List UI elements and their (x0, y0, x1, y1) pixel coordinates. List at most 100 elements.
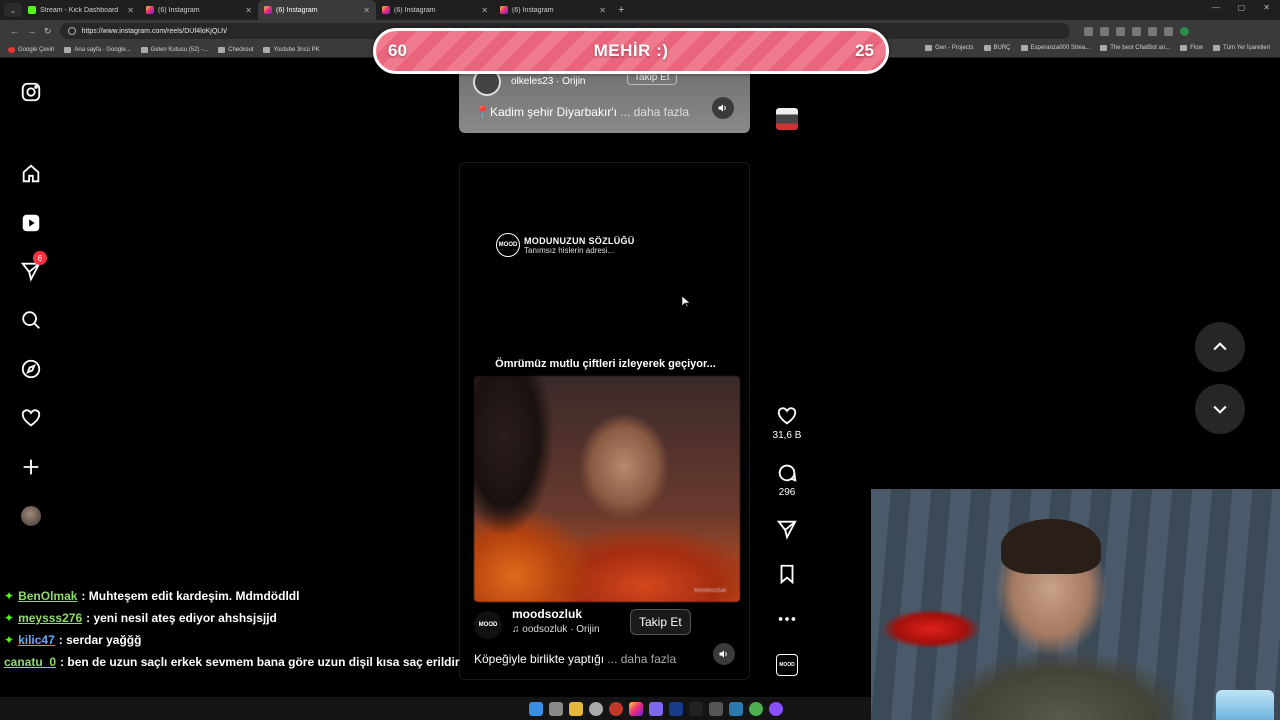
browser-tab[interactable]: (6) Instagram ✕ (258, 0, 376, 20)
notification-badge: 6 (33, 251, 47, 265)
task-view-icon[interactable] (549, 701, 563, 716)
bookmark-icon (1020, 45, 1028, 51)
bookmark-label: Gen - Projects (935, 45, 974, 51)
caption-text: Köpeğiyle birlikte yaptığı (474, 652, 605, 666)
bookmark-icon (1180, 45, 1188, 51)
bookmark-item[interactable]: Gen - Projects (925, 45, 974, 51)
bookmark-icon[interactable] (776, 563, 798, 585)
instagram-app-icon[interactable] (629, 701, 643, 716)
obs-icon[interactable] (769, 701, 783, 716)
tab-close-icon[interactable]: ✕ (127, 6, 134, 15)
tab-close-icon[interactable]: ✕ (599, 6, 606, 15)
bookmark-item[interactable]: Ana sayfa - Google... (64, 46, 131, 53)
profile-avatar[interactable] (1179, 26, 1189, 36)
bookmark-item[interactable]: Google Çeviri (8, 46, 54, 53)
previous-reel-button[interactable] (1195, 322, 1245, 372)
tab-search-button[interactable]: ⌄ (4, 3, 22, 17)
current-reel[interactable]: MOOD MODUNUZUN SÖZLÜĞÜ Tanımsız hislerin… (459, 162, 750, 680)
forward-icon[interactable]: → (27, 26, 36, 36)
tab-label: Stream - Kick Dashboard (40, 6, 119, 14)
bookmark-item[interactable]: Checkout (218, 46, 253, 53)
minimize-button[interactable]: — (1212, 3, 1220, 12)
create-plus-icon[interactable] (19, 455, 43, 479)
bookmark-item[interactable]: Gelen Kutusu (52) -... (140, 46, 208, 53)
file-explorer-icon[interactable] (569, 701, 583, 716)
browser-tab[interactable]: Stream - Kick Dashboard ✕ (22, 0, 140, 20)
bookmark-label: Ana sayfa - Google... (74, 46, 131, 53)
puzzle-icon[interactable] (1147, 26, 1157, 36)
browser-tab[interactable]: (6) Instagram ✕ (140, 0, 258, 20)
heart-icon[interactable] (19, 406, 43, 430)
bookmark-item[interactable]: The best ChatBot an... (1100, 45, 1170, 51)
reload-icon[interactable]: ↻ (44, 26, 52, 37)
extension-icon[interactable] (1131, 26, 1141, 36)
reel-video[interactable]: Moodsozluk (474, 376, 740, 602)
opera-icon[interactable] (609, 701, 623, 716)
messages-icon[interactable]: 6 (19, 251, 47, 283)
next-reel-button[interactable] (1195, 384, 1245, 434)
author-username[interactable]: moodsozluk (512, 607, 582, 621)
app-icon[interactable] (649, 701, 663, 716)
browser-tab[interactable]: (6) Instagram ✕ (494, 0, 612, 20)
start-icon[interactable] (529, 701, 543, 716)
more-dots-icon[interactable] (776, 608, 798, 630)
browser-tab-bar: ⌄ Stream - Kick Dashboard ✕ (6) Instagram ✕… (0, 0, 1280, 20)
site-info-icon[interactable] (67, 27, 76, 35)
bookmark-item[interactable]: Flow (1180, 45, 1203, 51)
chrome-icon[interactable] (749, 701, 763, 716)
tiktok-icon[interactable] (689, 701, 703, 716)
tab-close-icon[interactable]: ✕ (481, 6, 488, 15)
chat-message: ✦ BenOlmak: Muhteşem edit kardeşim. Mdmdö… (4, 585, 454, 607)
home-icon[interactable] (19, 162, 43, 186)
kick-favicon-icon (28, 6, 36, 14)
share-icon[interactable] (776, 518, 798, 540)
chat-text: : serdar yağğğ (58, 633, 142, 647)
cast-icon[interactable] (1099, 26, 1109, 36)
volume-icon[interactable] (713, 643, 735, 665)
browser-tab[interactable]: (6) Instagram ✕ (376, 0, 494, 20)
save-action[interactable] (772, 563, 802, 585)
tab-close-icon[interactable]: ✕ (363, 6, 370, 15)
profile-nav-avatar[interactable] (19, 504, 43, 528)
zoom-icon[interactable] (1083, 26, 1093, 36)
prev-audio-thumbnail[interactable] (776, 108, 798, 130)
chat-badge-icon: ✦ (4, 611, 15, 625)
more-action[interactable] (772, 608, 802, 630)
brand-text: MODUNUZUN SÖZLÜĞÜ Tanımsız hislerin adre… (524, 236, 635, 255)
reels-icon[interactable] (19, 211, 43, 235)
reel-headline: Ömrümüz mutlu çiftleri izleyerek geçiyor… (495, 358, 716, 370)
audio-label[interactable]: ♫ oodsozluk · Orijin (512, 624, 600, 635)
tab-close-icon[interactable]: ✕ (245, 6, 252, 15)
follow-button[interactable]: Takip Et (630, 609, 691, 635)
mouse-cursor-icon (682, 296, 690, 308)
bookmark-item[interactable]: BURÇ (983, 45, 1011, 51)
capcut-icon[interactable] (709, 701, 723, 716)
comment-icon[interactable] (776, 462, 798, 484)
download-icon[interactable] (1163, 26, 1173, 36)
new-tab-button[interactable]: + (618, 4, 624, 16)
chevron-down-icon (1213, 405, 1227, 414)
like-heart-icon[interactable] (776, 405, 798, 427)
bookmark-item[interactable]: Esperanza000 Strea... (1020, 45, 1090, 51)
bookmark-label: BURÇ (993, 45, 1011, 51)
close-window-button[interactable]: ✕ (1263, 3, 1270, 12)
settings-icon[interactable] (589, 701, 603, 716)
more-link[interactable]: ... daha fazla (607, 652, 676, 666)
bookmark-item[interactable]: Tüm Yer İşaretleri (1212, 45, 1270, 51)
instagram-logo-icon[interactable] (19, 80, 43, 104)
maximize-button[interactable]: ▢ (1238, 3, 1246, 12)
photoshop-icon[interactable] (669, 701, 683, 716)
chevron-up-icon (1213, 342, 1227, 351)
prev-volume-icon[interactable] (712, 97, 734, 119)
prev-more-link[interactable]: ... daha fazla (620, 105, 689, 119)
share-action[interactable] (772, 518, 802, 540)
audio-thumbnail[interactable]: MOOD (776, 654, 798, 676)
prev-reel-username[interactable]: olkeles23 · Orijin (511, 76, 585, 87)
author-avatar[interactable]: MOOD (474, 611, 502, 639)
star-icon[interactable] (1115, 26, 1125, 36)
notepad-icon[interactable] (729, 701, 743, 716)
explore-icon[interactable] (19, 357, 43, 381)
search-icon[interactable] (19, 308, 43, 332)
bookmark-item[interactable]: Youtube 3ncü PK (263, 46, 320, 53)
back-icon[interactable]: ← (10, 26, 19, 36)
